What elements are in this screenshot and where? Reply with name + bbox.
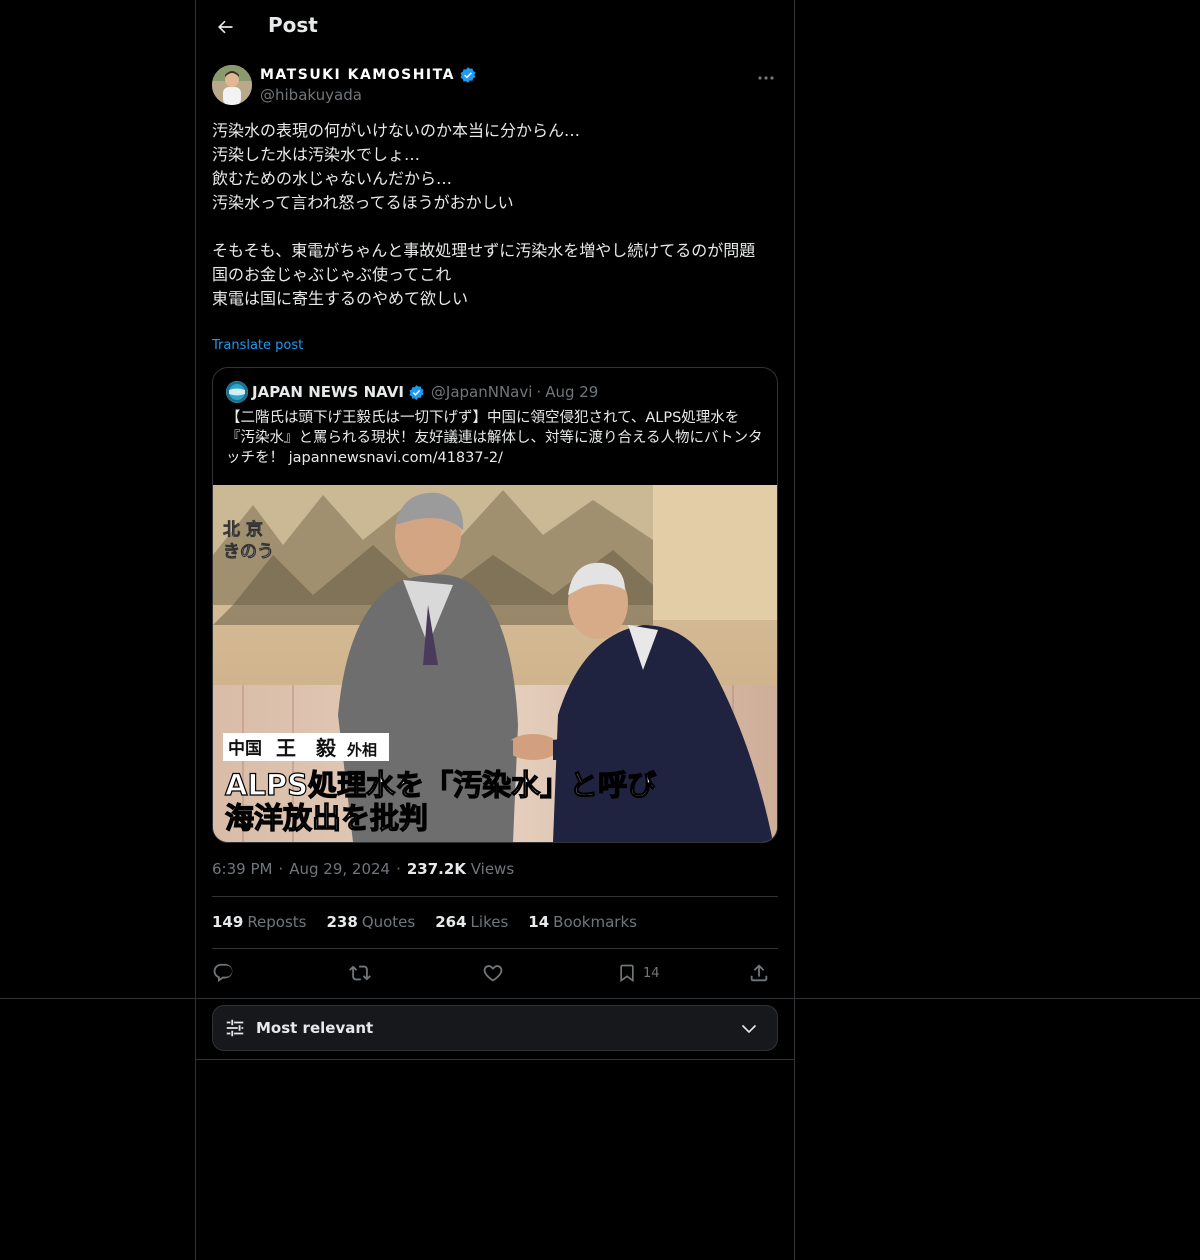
post-time[interactable]: 6:39 PM: [212, 860, 272, 878]
more-dots-icon: [758, 76, 774, 80]
reply-button[interactable]: [212, 958, 234, 988]
quoted-author-name: JAPAN NEWS NAVI: [252, 383, 404, 401]
views: 237.2K Views: [407, 860, 514, 878]
image-location-line1: 北 京: [223, 519, 263, 540]
image-headline-line1: ALPS処理水を「汚染水」と呼び: [225, 768, 656, 802]
post-meta: 6:39 PM · Aug 29, 2024 · 237.2K Views: [212, 860, 514, 878]
quoted-date: Aug 29: [545, 383, 599, 401]
image-caption-prefix: 中国: [228, 738, 262, 759]
verified-badge-icon: [460, 67, 476, 83]
like-button[interactable]: [482, 958, 504, 988]
post-stats: 149 Reposts 238 Quotes 264 Likes 14 Bookmark…: [212, 913, 637, 931]
post-author: MATSUKI KAMOSHITA @hibakuyada: [212, 64, 778, 108]
more-options-button[interactable]: [754, 68, 778, 88]
quotes-stat[interactable]: 238 Quotes: [327, 913, 416, 931]
bookmark-count: 14: [643, 965, 660, 981]
views-count: 237.2K: [406, 860, 466, 878]
author-avatar[interactable]: [212, 65, 252, 105]
quoted-separator: ·: [536, 383, 542, 401]
share-button[interactable]: [748, 958, 770, 988]
action-bar: 14: [212, 958, 778, 988]
translate-post-link[interactable]: Translate post: [212, 338, 303, 353]
bookmark-button[interactable]: 14: [617, 958, 660, 988]
bookmarks-stat[interactable]: 14 Bookmarks: [528, 913, 637, 931]
page-title: Post: [268, 13, 318, 37]
back-button[interactable]: [210, 12, 240, 42]
quoted-author-avatar: [226, 381, 248, 403]
quoted-post[interactable]: JAPAN NEWS NAVI @JapanNNavi · Aug 29 【二階…: [212, 367, 778, 843]
quoted-post-header: JAPAN NEWS NAVI @JapanNNavi · Aug 29: [226, 381, 598, 403]
sort-label: Most relevant: [256, 1019, 374, 1037]
divider: [212, 896, 778, 897]
chevron-down-icon: [741, 1024, 757, 1034]
heart-icon: [483, 965, 503, 982]
post-text: 汚染水の表現の何がいけないのか本当に分からん… 汚染した水は汚染水でしょ… 飲む…: [212, 121, 756, 308]
divider: [196, 1059, 794, 1060]
sort-replies-dropdown[interactable]: Most relevant: [212, 1005, 778, 1051]
bookmark-icon: [620, 964, 634, 983]
meta-separator: ·: [278, 860, 284, 878]
views-label: Views: [470, 860, 515, 878]
share-icon: [750, 964, 768, 982]
back-arrow-icon: [218, 20, 233, 34]
divider: [212, 948, 778, 949]
author-display-name[interactable]: MATSUKI KAMOSHITA: [260, 67, 455, 83]
sliders-icon: [226, 1019, 244, 1037]
quoted-author-handle: @JapanNNavi: [430, 383, 533, 401]
name-row: MATSUKI KAMOSHITA: [260, 66, 477, 84]
repost-icon: [349, 965, 371, 981]
reply-icon: [213, 963, 233, 983]
quoted-post-image[interactable]: 北 京 きのう 中国 王 毅 外相 ALPS処理水を「汚染水」と呼び 海洋放出を…: [213, 485, 777, 842]
author-handle[interactable]: @hibakuyada: [260, 86, 362, 104]
primary-column: Post MATSUKI KAMOSHITA @hibakuyada 汚染水の表…: [195, 0, 795, 1260]
image-location-line2: きのう: [223, 542, 274, 562]
image-caption-name: 王 毅: [276, 736, 337, 760]
divider: [0, 998, 1200, 999]
post-date[interactable]: Aug 29, 2024: [289, 860, 390, 878]
page-header: Post: [196, 0, 794, 53]
image-caption-title: 外相: [346, 741, 377, 759]
likes-stat[interactable]: 264 Likes: [435, 913, 508, 931]
quoted-post-text: 【二階氏は頭下げ王毅氏は一切下げず】中国に領空侵犯されて、ALPS処理水を『汚染…: [226, 410, 763, 466]
verified-badge-icon: [409, 384, 424, 400]
image-headline-line2: 海洋放出を批判: [225, 801, 428, 835]
reposts-stat[interactable]: 149 Reposts: [212, 913, 307, 931]
repost-button[interactable]: [348, 958, 372, 988]
meta-separator: ·: [396, 860, 401, 878]
